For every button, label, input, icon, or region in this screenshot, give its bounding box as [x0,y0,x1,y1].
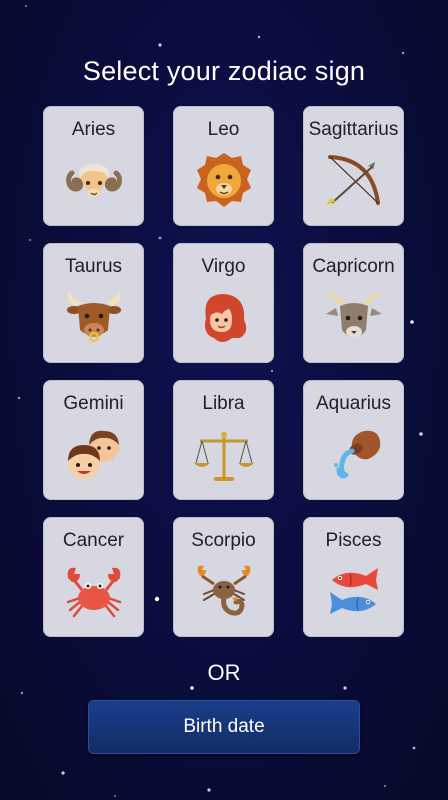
sign-label: Taurus [64,256,123,277]
sign-label: Gemini [63,393,124,414]
sign-card-aquarius[interactable]: Aquarius [303,380,404,500]
sign-label: Pisces [325,530,382,551]
sign-label: Aquarius [316,393,391,414]
sign-card-libra[interactable]: Libra [173,380,274,500]
sign-card-scorpio[interactable]: Scorpio [173,517,274,637]
sign-card-pisces[interactable]: Pisces [303,517,404,637]
sign-card-capricorn[interactable]: Capricorn [303,243,404,363]
water-jug-icon [333,430,380,479]
zodiac-sign-grid: Aries Leo Sagittarius Taurus Virgo Capri… [43,106,404,637]
sign-label: Aries [71,119,116,140]
twins-icon [67,430,119,479]
sign-card-leo[interactable]: Leo [173,106,274,226]
goat-icon [323,293,384,338]
sign-card-aries[interactable]: Aries [43,106,144,226]
fish-icon [329,568,378,614]
sign-label: Libra [202,393,245,414]
sign-label: Leo [207,119,240,140]
bull-icon [66,290,121,342]
scorpion-icon [197,565,250,616]
sign-card-cancer[interactable]: Cancer [43,517,144,637]
sign-label: Capricorn [312,256,395,277]
page-title: Select your zodiac sign [82,56,366,86]
ram-icon [65,164,122,197]
sign-card-taurus[interactable]: Taurus [43,243,144,363]
bow-arrow-icon [325,155,380,205]
sign-label: Sagittarius [308,119,399,140]
crab-icon [66,567,121,618]
sign-label: Virgo [201,256,246,277]
sign-card-virgo[interactable]: Virgo [173,243,274,363]
sign-label: Scorpio [191,530,256,551]
scales-icon [193,432,254,481]
sign-label: Cancer [62,530,125,551]
birth-date-button[interactable]: Birth date [88,700,360,754]
maiden-icon [204,294,246,342]
sign-card-gemini[interactable]: Gemini [43,380,144,500]
or-divider-label: OR [207,660,241,685]
birth-date-button-label: Birth date [183,716,265,737]
lion-icon [196,153,251,207]
sign-card-sagittarius[interactable]: Sagittarius [303,106,404,226]
